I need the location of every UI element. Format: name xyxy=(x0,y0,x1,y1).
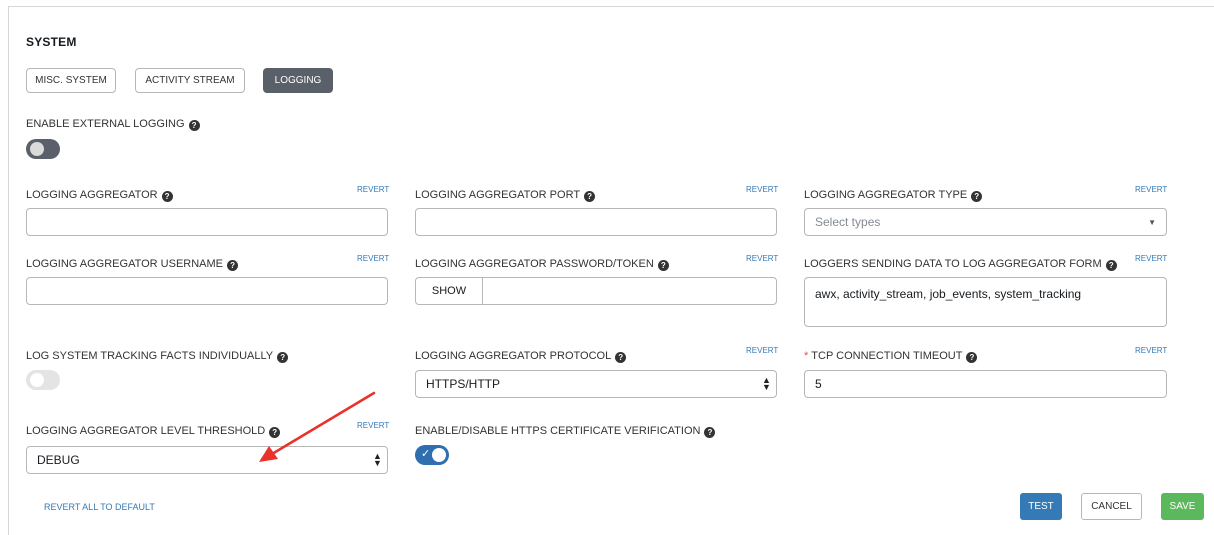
logging-aggregator-protocol-label: LOGGING AGGREGATOR PROTOCOL? xyxy=(415,350,627,363)
question-circle-icon[interactable]: ? xyxy=(277,352,289,363)
annotation-arrow xyxy=(259,391,376,462)
revert-protocol-link[interactable]: REVERT xyxy=(746,346,778,355)
logging-aggregator-label: LOGGING AGGREGATOR? xyxy=(26,189,173,202)
revert-port-link[interactable]: REVERT xyxy=(746,185,778,194)
show-password-button[interactable]: SHOW xyxy=(416,278,483,304)
question-circle-icon[interactable]: ? xyxy=(1105,260,1117,271)
tab-logging[interactable]: LOGGING xyxy=(263,68,333,93)
tracking-facts-toggle[interactable] xyxy=(26,370,60,390)
cert-verification-label: ENABLE/DISABLE HTTPS CERTIFICATE VERIFIC… xyxy=(415,425,716,438)
logging-aggregator-type-label: LOGGING AGGREGATOR TYPE? xyxy=(804,189,983,202)
revert-aggregator-link[interactable]: REVERT xyxy=(357,185,389,194)
protocol-value: HTTPS/HTTP xyxy=(426,377,500,391)
section-title: SYSTEM xyxy=(26,35,77,49)
enable-external-logging-label: ENABLE EXTERNAL LOGGING? xyxy=(26,118,200,131)
revert-type-link[interactable]: REVERT xyxy=(1135,185,1167,194)
logging-aggregator-port-label: LOGGING AGGREGATOR PORT? xyxy=(415,189,596,202)
revert-password-link[interactable]: REVERT xyxy=(746,254,778,263)
question-circle-icon[interactable]: ? xyxy=(188,120,200,131)
question-circle-icon[interactable]: ? xyxy=(704,427,716,438)
cancel-button[interactable]: CANCEL xyxy=(1081,493,1142,520)
logging-aggregator-protocol-select[interactable]: HTTPS/HTTP ▲ ▼ xyxy=(415,370,777,398)
logging-aggregator-password-group: SHOW xyxy=(415,277,777,305)
revert-tcp-timeout-link[interactable]: REVERT xyxy=(1135,346,1167,355)
test-button[interactable]: TEST xyxy=(1020,493,1062,520)
level-threshold-label: LOGGING AGGREGATOR LEVEL THRESHOLD? xyxy=(26,425,281,438)
toggle-knob xyxy=(432,448,446,462)
tracking-facts-label: LOG SYSTEM TRACKING FACTS INDIVIDUALLY? xyxy=(26,350,289,363)
type-placeholder: Select types xyxy=(815,215,881,229)
logging-aggregator-input[interactable] xyxy=(26,208,388,236)
question-circle-icon[interactable]: ? xyxy=(161,191,173,202)
required-asterisk: * xyxy=(804,350,809,362)
check-icon: ✓ xyxy=(421,448,431,460)
sort-updown-icon: ▲ ▼ xyxy=(762,375,771,392)
logging-aggregator-username-label: LOGGING AGGREGATOR USERNAME? xyxy=(26,258,239,271)
caret-down-icon: ▼ xyxy=(1148,218,1156,227)
cert-verification-toggle[interactable]: ✓ xyxy=(415,445,449,465)
loggers-label: LOGGERS SENDING DATA TO LOG AGGREGATOR F… xyxy=(804,258,1117,271)
question-circle-icon[interactable]: ? xyxy=(584,191,596,202)
loggers-textarea[interactable]: awx, activity_stream, job_events, system… xyxy=(804,277,1167,327)
logging-aggregator-port-input[interactable] xyxy=(415,208,777,236)
tab-activity-stream[interactable]: ACTIVITY STREAM xyxy=(135,68,245,93)
logging-aggregator-username-input[interactable] xyxy=(26,277,388,305)
tcp-timeout-label: * TCP CONNECTION TIMEOUT? xyxy=(804,350,978,363)
question-circle-icon[interactable]: ? xyxy=(971,191,983,202)
question-circle-icon[interactable]: ? xyxy=(615,352,627,363)
toggle-knob xyxy=(30,373,44,387)
enable-external-logging-toggle[interactable] xyxy=(26,139,60,159)
question-circle-icon[interactable]: ? xyxy=(966,352,978,363)
save-button[interactable]: SAVE xyxy=(1161,493,1204,520)
tcp-timeout-input[interactable]: 5 xyxy=(804,370,1167,398)
password-input[interactable] xyxy=(483,278,776,304)
revert-all-link[interactable]: REVERT ALL TO DEFAULT xyxy=(44,502,155,512)
tab-misc-system[interactable]: MISC. SYSTEM xyxy=(26,68,116,93)
logging-aggregator-type-select[interactable]: Select types ▼ xyxy=(804,208,1167,236)
logging-aggregator-password-label: LOGGING AGGREGATOR PASSWORD/TOKEN? xyxy=(415,258,669,271)
question-circle-icon[interactable]: ? xyxy=(227,260,239,271)
revert-loggers-link[interactable]: REVERT xyxy=(1135,254,1167,263)
toggle-knob xyxy=(30,142,44,156)
question-circle-icon[interactable]: ? xyxy=(657,260,669,271)
revert-username-link[interactable]: REVERT xyxy=(357,254,389,263)
level-threshold-value: DEBUG xyxy=(37,453,80,467)
